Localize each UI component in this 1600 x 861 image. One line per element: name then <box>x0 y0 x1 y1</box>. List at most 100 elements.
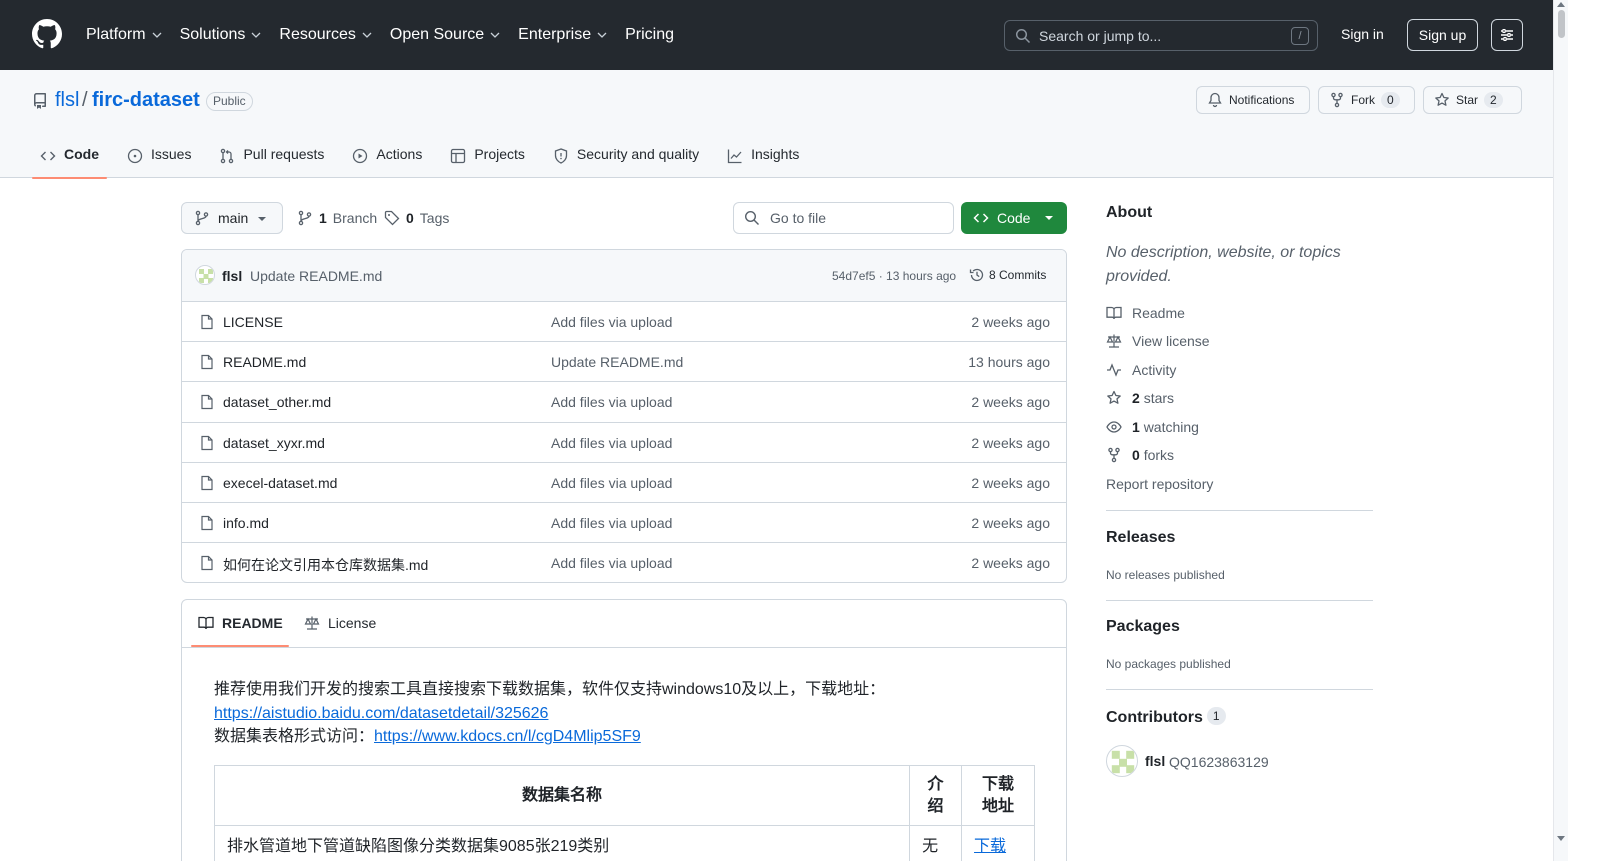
tab-code[interactable]: Code <box>32 140 107 179</box>
file-icon <box>201 355 213 370</box>
releases-heading[interactable]: Releases <box>1106 529 1175 547</box>
scroll-thumb[interactable] <box>1558 10 1565 38</box>
tab-license[interactable]: License <box>304 615 376 631</box>
code-dropdown-button[interactable]: Code <box>961 202 1067 234</box>
contributors-heading[interactable]: Contributors 1 <box>1106 707 1226 727</box>
commit-sha-time[interactable]: 54d7ef5 · 13 hours ago <box>832 269 956 283</box>
repo-tabs: Code Issues Pull requests Actions Projec… <box>32 140 819 179</box>
sign-up-button[interactable]: Sign up <box>1407 19 1478 51</box>
readme-link[interactable]: Readme <box>1106 305 1185 321</box>
repo-owner-link[interactable]: flsl <box>55 89 79 112</box>
releases-note: No releases published <box>1106 568 1225 582</box>
file-name-link[interactable]: README.md <box>223 354 306 370</box>
code-icon <box>973 213 989 223</box>
nav-label: Resources <box>279 26 356 43</box>
nav-label: Platform <box>86 26 146 43</box>
tab-label: README <box>222 615 283 631</box>
stars-count: 2 <box>1132 390 1140 406</box>
sign-in-link[interactable]: Sign in <box>1341 26 1384 42</box>
table-row[interactable]: README.md Update README.md 13 hours ago <box>182 342 1066 383</box>
activity-link[interactable]: Activity <box>1106 362 1176 378</box>
file-commit-message[interactable]: Add files via upload <box>551 555 672 571</box>
file-commit-date: 2 weeks ago <box>971 474 1050 491</box>
chevron-down-icon <box>597 32 607 38</box>
file-name-link[interactable]: dataset_xyxr.md <box>223 435 325 451</box>
file-name-link[interactable]: 如何在论文引用本仓库数据集.md <box>223 555 428 575</box>
file-name-link[interactable]: dataset_other.md <box>223 394 331 410</box>
law-icon <box>304 616 320 630</box>
star-button[interactable]: Star 2 <box>1423 86 1522 114</box>
tab-issues[interactable]: Issues <box>119 140 199 178</box>
file-commit-message[interactable]: Add files via upload <box>551 314 672 330</box>
search-input[interactable]: Search or jump to... / <box>1004 20 1318 51</box>
watching-label: watching <box>1143 419 1199 435</box>
file-commit-message[interactable]: Add files via upload <box>551 435 672 451</box>
tab-readme[interactable]: README <box>198 615 283 631</box>
dataset-download-link[interactable]: 下载 <box>961 825 1035 861</box>
page-scrollbar[interactable] <box>1553 0 1568 861</box>
branches-link[interactable]: 1 Branch <box>297 210 377 226</box>
kdocs-link[interactable]: https://www.kdocs.cn/l/cgD4Mlip5SF9 <box>374 728 641 745</box>
shield-icon <box>554 148 568 164</box>
nav-open-source[interactable]: Open Source <box>390 26 500 44</box>
tags-link[interactable]: 0 Tags <box>384 210 449 226</box>
scroll-down-arrow-icon[interactable] <box>1557 836 1565 841</box>
github-logo-icon[interactable] <box>32 19 62 49</box>
repo-name-link[interactable]: firc-dataset <box>92 89 200 112</box>
tab-security[interactable]: Security and quality <box>545 140 707 178</box>
nav-resources[interactable]: Resources <box>279 26 372 44</box>
go-to-file-input[interactable]: Go to file <box>733 202 954 234</box>
star-label: Star <box>1456 93 1479 107</box>
file-commit-date: 2 weeks ago <box>971 514 1050 531</box>
watching-count: 1 <box>1132 419 1140 435</box>
readme-label: Readme <box>1132 305 1185 321</box>
table-row[interactable]: dataset_other.md Add files via upload 2 … <box>182 382 1066 423</box>
table-row[interactable]: dataset_xyxr.md Add files via upload 2 w… <box>182 423 1066 463</box>
tab-actions[interactable]: Actions <box>344 140 430 178</box>
table-row[interactable]: info.md Add files via upload 2 weeks ago <box>182 503 1066 544</box>
file-commit-date: 13 hours ago <box>968 354 1050 371</box>
nav-enterprise[interactable]: Enterprise <box>518 26 607 44</box>
commits-history-link[interactable]: 8 Commits <box>969 267 1046 283</box>
branch-select-button[interactable]: main <box>181 202 283 234</box>
contributor-name-link[interactable]: flsl <box>1145 753 1165 769</box>
table-row[interactable]: 如何在论文引用本仓库数据集.md Add files via upload 2 … <box>182 543 1066 582</box>
packages-heading[interactable]: Packages <box>1106 618 1180 636</box>
aistudio-link[interactable]: https://aistudio.baidu.com/datasetdetail… <box>214 705 548 722</box>
file-name-link[interactable]: LICENSE <box>223 314 283 330</box>
avatar[interactable] <box>195 265 215 285</box>
nav-solutions[interactable]: Solutions <box>180 26 262 44</box>
file-commit-message[interactable]: Add files via upload <box>551 475 672 491</box>
report-repository-link[interactable]: Report repository <box>1106 476 1213 492</box>
notifications-button[interactable]: Notifications <box>1196 86 1310 114</box>
commit-author-link[interactable]: flsl <box>222 268 242 284</box>
file-icon <box>201 314 213 330</box>
table-row[interactable]: execel-dataset.md Add files via upload 2… <box>182 463 1066 503</box>
file-commit-message[interactable]: Add files via upload <box>551 515 672 531</box>
watchers-link[interactable]: 1 watching <box>1106 419 1199 435</box>
tab-insights[interactable]: Insights <box>719 140 807 178</box>
nav-platform[interactable]: Platform <box>86 26 162 44</box>
file-commit-message[interactable]: Update README.md <box>551 354 683 370</box>
repo-path-separator: / <box>82 89 88 111</box>
scroll-up-arrow-icon[interactable] <box>1557 2 1565 7</box>
stars-link[interactable]: 2 stars <box>1106 390 1174 406</box>
file-name-link[interactable]: execel-dataset.md <box>223 475 337 491</box>
file-commit-message[interactable]: Add files via upload <box>551 394 672 410</box>
license-link[interactable]: View license <box>1106 333 1210 349</box>
table-row[interactable]: LICENSE Add files via upload 2 weeks ago <box>182 302 1066 343</box>
repo-icon <box>33 93 46 109</box>
nav-pricing[interactable]: Pricing <box>625 26 674 44</box>
avatar[interactable] <box>1106 745 1138 777</box>
git-branch-icon <box>298 210 312 226</box>
table-header: 介绍 <box>909 765 963 826</box>
menu-button[interactable] <box>1491 19 1523 51</box>
tab-pull-requests[interactable]: Pull requests <box>211 140 332 178</box>
fork-button[interactable]: Fork 0 <box>1318 86 1415 114</box>
tab-projects[interactable]: Projects <box>442 140 533 178</box>
forks-link[interactable]: 0 forks <box>1106 447 1174 463</box>
about-description: No description, website, or topics provi… <box>1106 244 1341 285</box>
file-name-link[interactable]: info.md <box>223 515 269 531</box>
commit-message-link[interactable]: Update README.md <box>250 268 382 284</box>
readme-paragraph: 数据集表格形式访问： <box>214 728 375 745</box>
